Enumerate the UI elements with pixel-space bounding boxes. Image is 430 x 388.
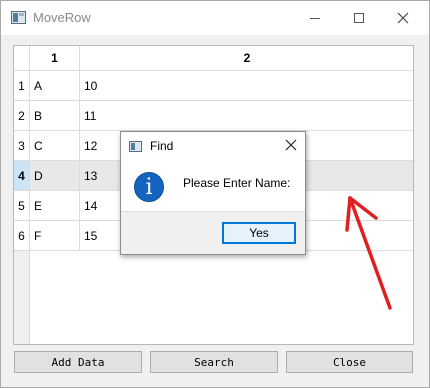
table-cell[interactable]: B bbox=[30, 101, 80, 131]
column-header-2[interactable]: 2 bbox=[80, 46, 413, 71]
dialog-message: Please Enter Name: bbox=[183, 176, 291, 190]
dialog-footer: Yes bbox=[121, 211, 305, 254]
title-bar[interactable]: MoveRow bbox=[1, 1, 429, 35]
table-cell[interactable]: C bbox=[30, 131, 80, 161]
find-dialog: Find i Please Enter Name: Yes bbox=[120, 131, 306, 255]
row-header[interactable]: 6 bbox=[14, 221, 30, 251]
close-icon bbox=[285, 139, 297, 151]
add-data-button[interactable]: Add Data bbox=[14, 351, 142, 373]
window-title: MoveRow bbox=[33, 10, 91, 25]
table-row[interactable]: A 10 bbox=[30, 71, 413, 101]
row-header-current[interactable]: 4 bbox=[14, 161, 30, 191]
search-button[interactable]: Search bbox=[150, 351, 278, 373]
dialog-close-button[interactable] bbox=[285, 135, 297, 156]
table-cell[interactable]: E bbox=[30, 191, 80, 221]
close-button[interactable]: Close bbox=[286, 351, 413, 373]
table-cell[interactable]: 10 bbox=[80, 71, 413, 101]
row-header[interactable]: 5 bbox=[14, 191, 30, 221]
row-header[interactable]: 1 bbox=[14, 71, 30, 101]
maximize-icon bbox=[354, 13, 364, 23]
minimize-icon bbox=[310, 17, 320, 19]
table-row[interactable]: B 11 bbox=[30, 101, 413, 131]
close-window-button[interactable] bbox=[381, 1, 425, 35]
table-cell[interactable]: A bbox=[30, 71, 80, 101]
dialog-app-icon bbox=[129, 141, 142, 152]
table-cell[interactable]: 11 bbox=[80, 101, 413, 131]
app-icon bbox=[11, 11, 26, 24]
yes-button[interactable]: Yes bbox=[222, 222, 296, 244]
table-cell[interactable]: D bbox=[30, 161, 80, 191]
row-header[interactable]: 3 bbox=[14, 131, 30, 161]
table-corner[interactable] bbox=[14, 46, 30, 71]
row-header[interactable]: 2 bbox=[14, 101, 30, 131]
table-cell[interactable]: F bbox=[30, 221, 80, 251]
minimize-button[interactable] bbox=[293, 1, 337, 35]
maximize-button[interactable] bbox=[337, 1, 381, 35]
column-header-1[interactable]: 1 bbox=[30, 46, 80, 71]
close-icon bbox=[397, 12, 409, 24]
info-icon: i bbox=[134, 172, 164, 202]
dialog-title: Find bbox=[150, 139, 174, 153]
